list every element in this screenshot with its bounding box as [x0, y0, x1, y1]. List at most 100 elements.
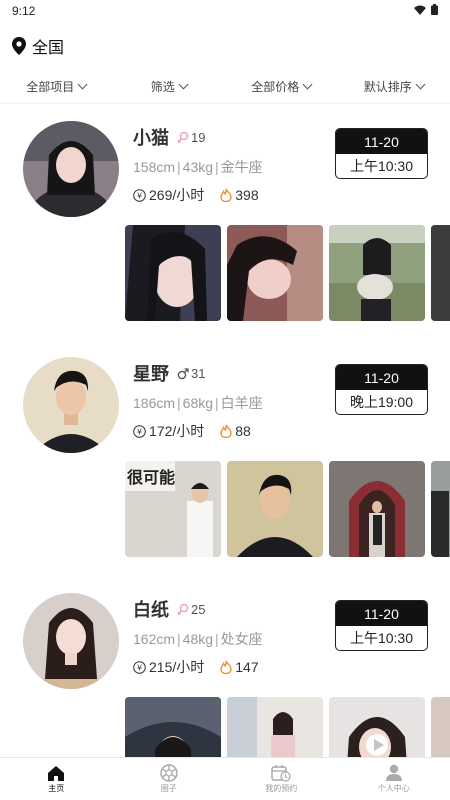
battery-icon [431, 4, 438, 15]
photo-strip [125, 225, 450, 321]
aperture-icon [160, 764, 178, 782]
profile-zodiac: 处女座 [220, 631, 263, 647]
availability-time: 晚上19:00 [349, 394, 414, 410]
profile-weight: 48kg [182, 631, 214, 647]
calendar-clock-icon [271, 765, 291, 782]
profile-heat: 88 [235, 423, 251, 439]
filter-price-label: 全部价格 [251, 80, 300, 94]
availability-date: 11-20 [336, 365, 427, 390]
tab-home-label: 主页 [48, 783, 65, 793]
filter-price[interactable]: 全部价格 [225, 70, 338, 103]
photo-thumbnail[interactable] [125, 225, 221, 321]
filter-screen[interactable]: 筛选 [113, 70, 226, 103]
tab-appointments-label: 我的预约 [265, 784, 298, 793]
yuan-icon: ¥ [133, 424, 146, 438]
profile-card[interactable]: 小猫 19 158cm | 43kg | 金牛座 ¥ 269/小时 398 11-20 … [0, 121, 450, 321]
photo-thumbnail[interactable] [329, 461, 425, 557]
profile-height: 158cm [133, 159, 176, 175]
flame-icon [220, 188, 232, 202]
profile-name: 小猫 [133, 128, 169, 148]
photo-thumbnail[interactable]: 很可能 [125, 461, 221, 557]
profile-zodiac: 金牛座 [220, 159, 263, 175]
avatar[interactable] [23, 593, 119, 689]
svg-text:¥: ¥ [137, 427, 142, 436]
tab-home[interactable]: 主页 [0, 758, 113, 800]
person-icon [385, 764, 402, 781]
profile-height: 186cm [133, 395, 176, 411]
profile-stats: 158cm | 43kg | 金牛座 [133, 159, 263, 175]
profile-age: 25 [191, 601, 206, 617]
tab-circle-label: 圈子 [160, 784, 177, 793]
tab-profile-label: 个人中心 [377, 784, 410, 793]
female-icon [177, 131, 189, 143]
location-label: 全国 [32, 40, 65, 57]
availability-box[interactable]: 11-20 晚上19:00 [335, 364, 428, 415]
photo-thumbnail[interactable] [329, 225, 425, 321]
location-pin-icon [12, 37, 26, 55]
filter-bar: 全部项目 筛选 全部价格 默认排序 [0, 70, 450, 104]
availability-time: 上午10:30 [349, 630, 414, 646]
price-row: ¥ 269/小时 398 [133, 185, 259, 205]
profile-price: 215/小时 [149, 659, 205, 675]
filter-project-label: 全部项目 [26, 80, 75, 94]
profile-name: 白纸 [133, 600, 169, 620]
photo-strip: 很可能 [125, 461, 450, 557]
profile-age: 31 [191, 365, 206, 381]
name-row: 小猫 19 [133, 124, 205, 150]
yuan-icon: ¥ [133, 660, 146, 674]
photo-thumbnail[interactable] [431, 461, 450, 557]
name-row: 星野 31 [133, 360, 205, 386]
avatar[interactable] [23, 121, 119, 217]
availability-time: 上午10:30 [349, 158, 414, 174]
avatar[interactable] [23, 357, 119, 453]
flame-icon [220, 424, 232, 438]
location-selector[interactable]: 全国 [12, 34, 64, 58]
photo-caption: 很可能 [127, 468, 175, 487]
gender-badge: 31 [177, 366, 205, 381]
status-time: 9:12 [12, 4, 36, 18]
profile-zodiac: 白羊座 [220, 395, 263, 411]
tab-circle[interactable]: 圈子 [113, 758, 226, 800]
profile-heat: 147 [235, 659, 259, 675]
chevron-down-icon [302, 79, 313, 90]
profile-height: 162cm [133, 631, 176, 647]
status-icons [414, 4, 438, 15]
profile-name: 星野 [133, 364, 169, 384]
tab-appointments[interactable]: 我的预约 [225, 758, 338, 800]
tab-profile[interactable]: 个人中心 [338, 758, 450, 800]
filter-sort[interactable]: 默认排序 [338, 70, 450, 103]
filter-project[interactable]: 全部项目 [0, 70, 113, 103]
home-icon [48, 765, 65, 781]
chevron-down-icon [77, 79, 88, 90]
name-row: 白纸 25 [133, 596, 205, 622]
photo-thumbnail[interactable] [227, 461, 323, 557]
availability-date: 11-20 [336, 601, 427, 626]
bottom-tab-bar: 主页 圈子 我的预约 个人中心 [0, 757, 450, 800]
yuan-icon: ¥ [133, 188, 146, 202]
photo-thumbnail[interactable] [227, 225, 323, 321]
wifi-icon [414, 5, 426, 15]
female-icon [177, 603, 189, 615]
profile-price: 269/小时 [149, 187, 205, 203]
gender-badge: 25 [177, 602, 205, 617]
filter-sort-label: 默认排序 [363, 80, 412, 94]
gender-badge: 19 [177, 130, 205, 145]
flame-icon [220, 660, 232, 674]
chevron-down-icon [415, 79, 426, 90]
chevron-down-icon [178, 79, 189, 90]
photo-thumbnail[interactable] [431, 225, 450, 321]
profile-card[interactable]: 星野 31 186cm | 68kg | 白羊座 ¥ 172/小时 88 11-20 晚… [0, 357, 450, 557]
profile-stats: 162cm | 48kg | 处女座 [133, 631, 263, 647]
profile-heat: 398 [235, 187, 259, 203]
profile-weight: 68kg [182, 395, 214, 411]
svg-text:¥: ¥ [137, 191, 142, 200]
profile-stats: 186cm | 68kg | 白羊座 [133, 395, 263, 411]
price-row: ¥ 172/小时 88 [133, 421, 251, 441]
profile-price: 172/小时 [149, 423, 205, 439]
availability-date: 11-20 [336, 129, 427, 154]
profile-age: 19 [191, 129, 206, 145]
availability-box[interactable]: 11-20 上午10:30 [335, 128, 428, 179]
filter-screen-label: 筛选 [150, 80, 175, 94]
availability-box[interactable]: 11-20 上午10:30 [335, 600, 428, 651]
male-icon [177, 367, 189, 379]
